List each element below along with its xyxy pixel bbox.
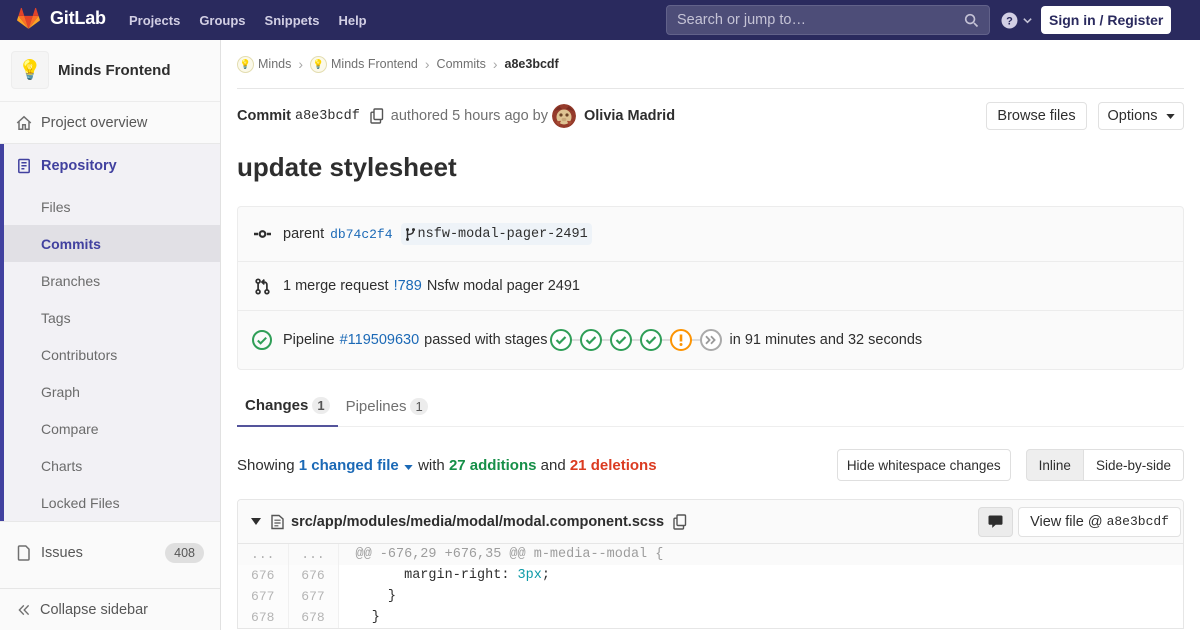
- svg-text:?: ?: [1006, 15, 1013, 27]
